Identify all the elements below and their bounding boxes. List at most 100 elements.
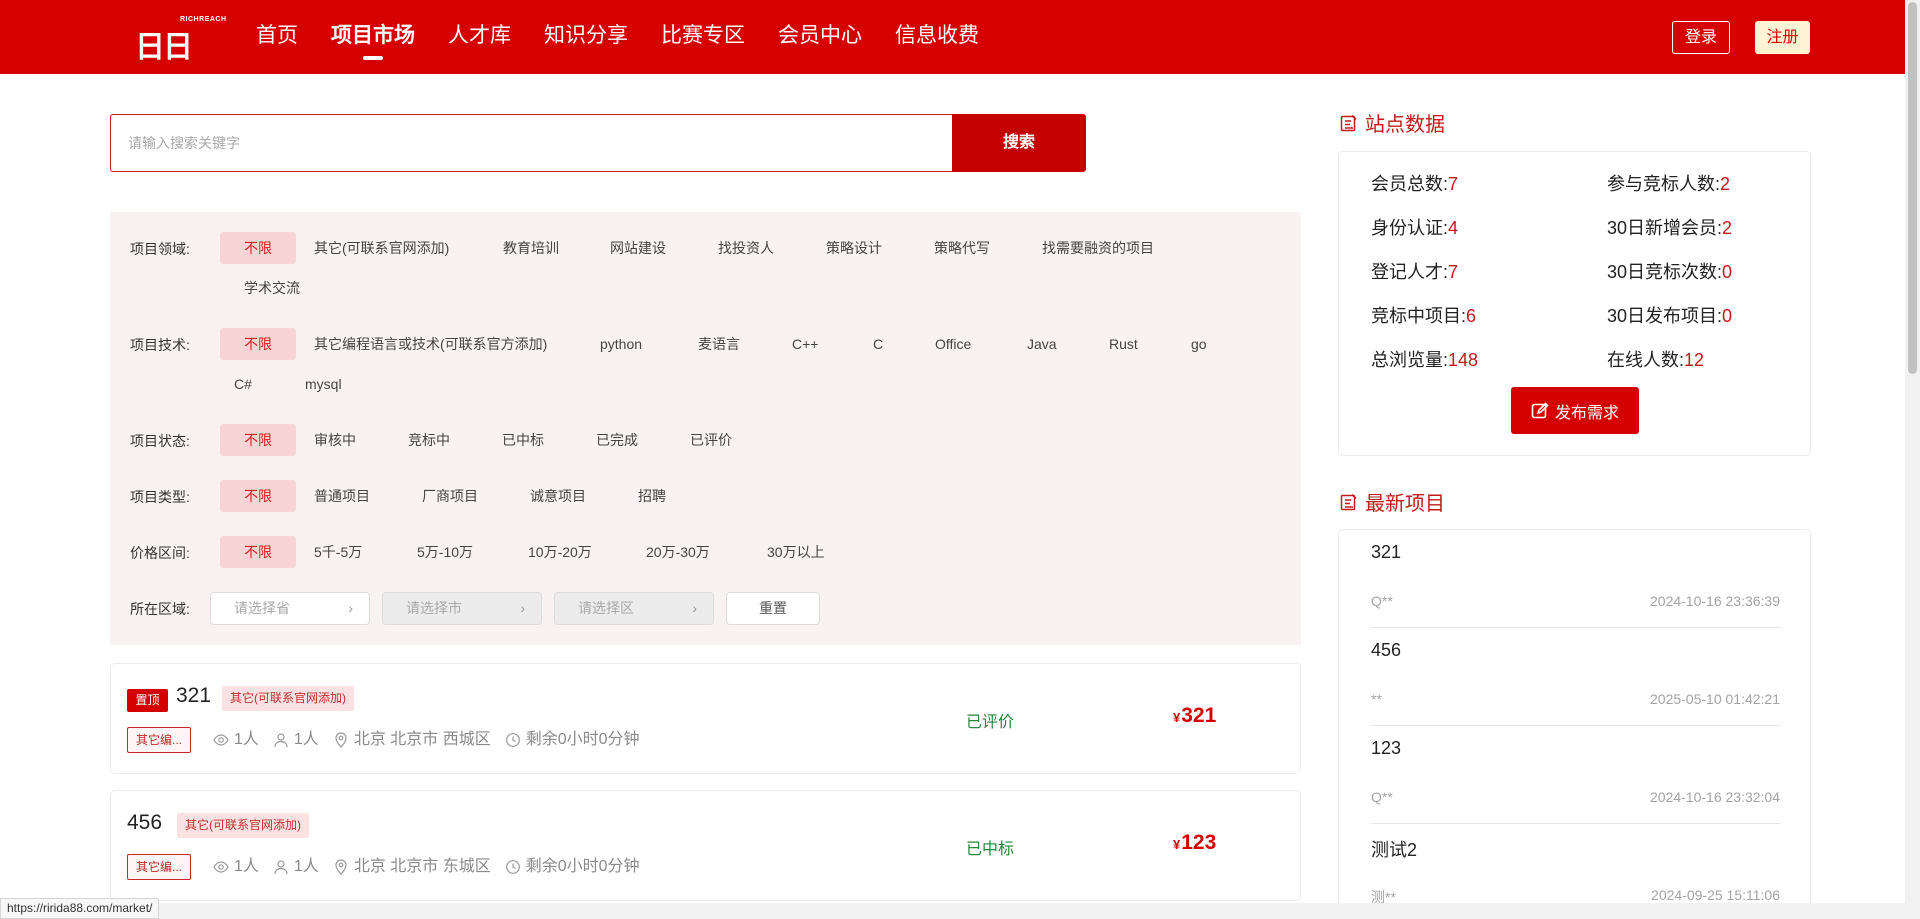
latest-project-date: 2024-09-25 15:11:06 [1651, 887, 1780, 903]
filter-domain-strategy-writing[interactable]: 策略代写 [934, 232, 990, 264]
filter-price-5k-50k[interactable]: 5千-5万 [314, 536, 362, 568]
filter-status-bidding[interactable]: 竞标中 [408, 424, 450, 456]
stat-value: 7 [1448, 174, 1459, 194]
filter-domain-strategy-design[interactable]: 策略设计 [826, 232, 882, 264]
stat-value: 6 [1466, 306, 1477, 326]
filter-domain-investor[interactable]: 找投资人 [718, 232, 774, 264]
nav-item-info-fees[interactable]: 信息收费 [895, 0, 979, 74]
nav-item-project-market[interactable]: 项目市场 [331, 0, 415, 74]
stat-label: 30日竞标次数: [1607, 262, 1723, 282]
nav-item-talent-pool[interactable]: 人才库 [448, 0, 511, 74]
price-value: 123 [1181, 831, 1217, 854]
stat-bids-30d: 30日竞标次数:0 [1607, 258, 1732, 284]
vertical-scrollbar[interactable] [1905, 0, 1920, 919]
location-pin-icon [335, 732, 347, 748]
district-select[interactable]: 请选择区 › [554, 592, 714, 625]
project-card[interactable]: 置顶 321 其它(可联系官网添加) 其它编... 1人 1人 北京 北京市 西… [110, 663, 1301, 774]
stat-label: 30日新增会员: [1607, 218, 1723, 238]
horizontal-scrollbar[interactable] [0, 903, 1905, 919]
filter-type-vendor[interactable]: 厂商项目 [422, 480, 478, 512]
filter-label-status: 项目状态: [130, 433, 190, 449]
filter-tech-office[interactable]: Office [935, 328, 971, 360]
filter-status-reviewed[interactable]: 已评价 [690, 424, 732, 456]
search-input[interactable] [110, 114, 952, 172]
filter-price-300k-plus[interactable]: 30万以上 [767, 536, 825, 568]
project-card[interactable]: 456 其它(可联系官网添加) 其它编... 1人 1人 北京 北京市 东城区 … [110, 790, 1301, 901]
publish-request-button[interactable]: 发布需求 [1511, 387, 1639, 434]
bidders-count: 1人 [293, 858, 319, 875]
site-logo[interactable]: 日日达 RICHREACH [135, 16, 226, 109]
stat-label: 总浏览量: [1371, 350, 1449, 370]
latest-project-user: Q** [1371, 789, 1393, 805]
main-nav: 首页 项目市场 人才库 知识分享 比赛专区 会员中心 信息收费 [256, 0, 1012, 74]
project-title[interactable]: 321 [176, 684, 211, 708]
filter-domain-any[interactable]: 不限 [220, 232, 296, 264]
filter-tech-python[interactable]: python [600, 328, 642, 360]
scrollbar-thumb[interactable] [1908, 2, 1917, 374]
login-button[interactable]: 登录 [1672, 21, 1730, 54]
filter-status-awarded[interactable]: 已中标 [502, 424, 544, 456]
filter-type-recruit[interactable]: 招聘 [638, 480, 666, 512]
stat-value: 0 [1722, 306, 1733, 326]
stat-value: 2 [1720, 174, 1731, 194]
stat-verified: 身份认证:4 [1371, 214, 1458, 240]
filter-domain-website[interactable]: 网站建设 [610, 232, 666, 264]
currency-symbol: ¥ [1173, 710, 1181, 725]
eye-icon [213, 861, 229, 873]
remaining-meta: 剩余0小时0分钟 [505, 855, 640, 879]
filter-tech-mysql[interactable]: mysql [305, 368, 342, 400]
filter-tech-mai[interactable]: 麦语言 [698, 328, 740, 360]
filter-tech-cpp[interactable]: C++ [792, 328, 818, 360]
filter-price-100k-200k[interactable]: 10万-20万 [528, 536, 592, 568]
filter-type-normal[interactable]: 普通项目 [314, 480, 370, 512]
register-button[interactable]: 注册 [1755, 21, 1810, 54]
category-tag: 其它(可联系官网添加) [177, 813, 309, 838]
bidders-count: 1人 [293, 731, 319, 748]
filter-type-sincere[interactable]: 诚意项目 [530, 480, 586, 512]
filter-domain-other[interactable]: 其它(可联系官网添加) [314, 232, 449, 264]
filter-tech-c[interactable]: C [873, 328, 883, 360]
province-select[interactable]: 请选择省 › [210, 592, 370, 625]
stat-talents: 登记人才:7 [1371, 258, 1458, 284]
city-select[interactable]: 请选择市 › [382, 592, 542, 625]
filter-status-reviewing[interactable]: 审核中 [314, 424, 356, 456]
filter-domain-education[interactable]: 教育培训 [503, 232, 559, 264]
stat-label: 会员总数: [1371, 174, 1449, 194]
stat-members: 会员总数:7 [1371, 170, 1458, 196]
search-button[interactable]: 搜索 [952, 114, 1086, 172]
project-meta: 1人 1人 北京 北京市 西城区 剩余0小时0分钟 [213, 728, 654, 752]
nav-item-member-center[interactable]: 会员中心 [778, 0, 862, 74]
filter-tech-other[interactable]: 其它编程语言或技术(可联系官方添加) [314, 328, 547, 360]
latest-project-date: 2024-10-16 23:36:39 [1650, 593, 1780, 609]
user-icon [274, 860, 288, 875]
filter-domain-funding[interactable]: 找需要融资的项目 [1042, 232, 1154, 264]
filter-status-completed[interactable]: 已完成 [596, 424, 638, 456]
filter-status-any[interactable]: 不限 [220, 424, 296, 456]
filter-tech-java[interactable]: Java [1027, 328, 1057, 360]
latest-project-date: 2024-10-16 23:32:04 [1650, 789, 1780, 805]
reset-button[interactable]: 重置 [726, 592, 820, 625]
latest-project-item[interactable]: 123 Q** 2024-10-16 23:32:04 [1371, 726, 1780, 824]
latest-project-item[interactable]: 321 Q** 2024-10-16 23:36:39 [1371, 530, 1780, 628]
nav-item-home[interactable]: 首页 [256, 0, 298, 74]
edit-icon [1531, 401, 1549, 418]
views-count: 1人 [234, 858, 259, 875]
nav-item-competition[interactable]: 比赛专区 [661, 0, 745, 74]
filter-price-50k-100k[interactable]: 5万-10万 [417, 536, 473, 568]
filter-tech-csharp[interactable]: C# [234, 368, 252, 400]
latest-project-title: 456 [1371, 640, 1402, 660]
latest-project-title: 321 [1371, 542, 1402, 562]
stat-value: 4 [1448, 218, 1459, 238]
filter-tech-any[interactable]: 不限 [220, 328, 296, 360]
latest-project-item[interactable]: 456 ** 2025-05-10 01:42:21 [1371, 628, 1780, 726]
filter-label-price: 价格区间: [130, 545, 190, 561]
filter-label-tech: 项目技术: [130, 337, 190, 353]
filter-type-any[interactable]: 不限 [220, 480, 296, 512]
project-title[interactable]: 456 [127, 811, 162, 835]
filter-domain-academic[interactable]: 学术交流 [244, 272, 300, 304]
filter-price-any[interactable]: 不限 [220, 536, 296, 568]
nav-item-knowledge-sharing[interactable]: 知识分享 [544, 0, 628, 74]
filter-tech-rust[interactable]: Rust [1109, 328, 1138, 360]
filter-tech-go[interactable]: go [1191, 328, 1207, 360]
filter-price-200k-300k[interactable]: 20万-30万 [646, 536, 710, 568]
